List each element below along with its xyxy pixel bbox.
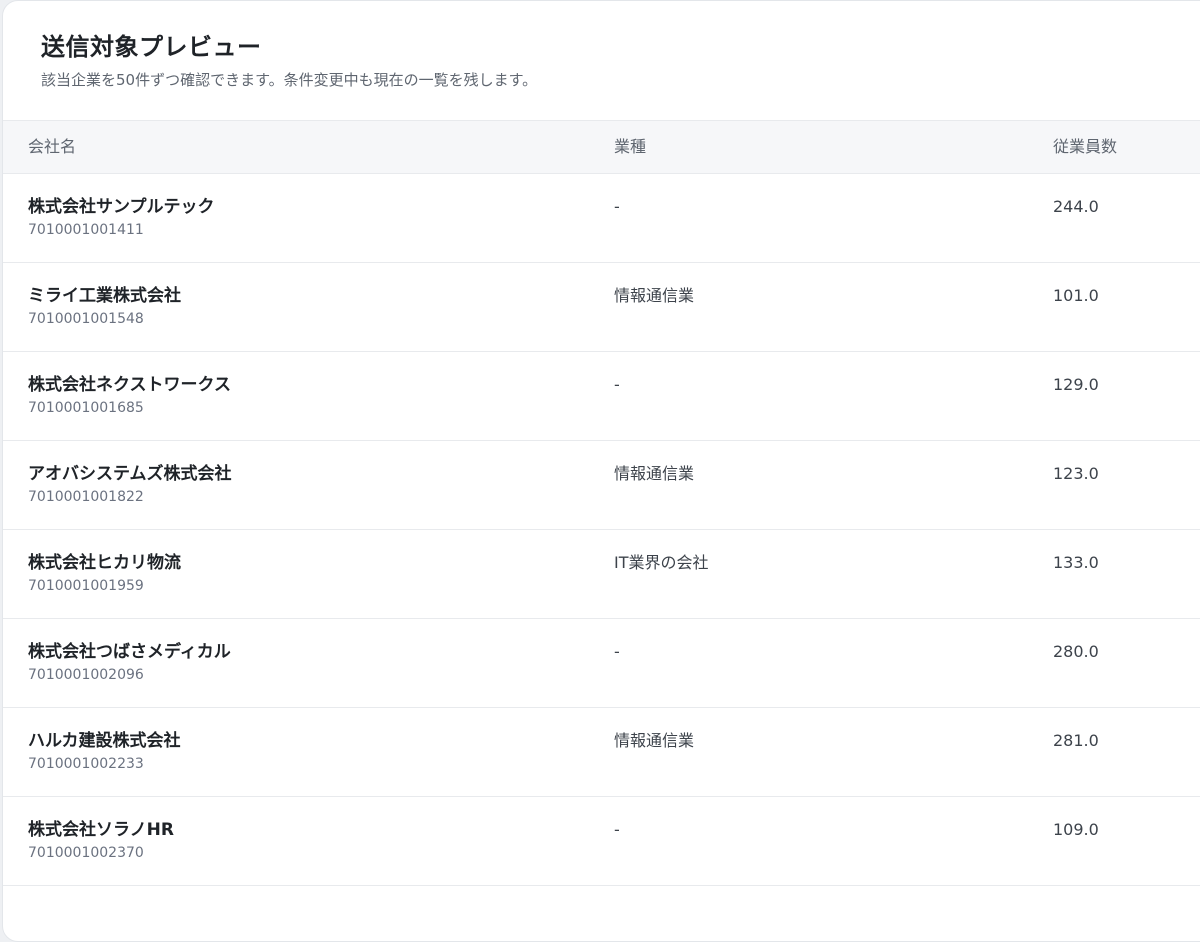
table-row[interactable]: 株式会社サンプルテック 7010001001411 - 244.0 [3,174,1200,263]
corporate-number: 7010001001411 [28,222,144,238]
table-row[interactable]: 株式会社ソラノHR 7010001002370 - 109.0 [3,797,1200,886]
employees-cell: 244.0 [1053,197,1099,216]
table-row[interactable]: ミライ工業株式会社 7010001001548 情報通信業 101.0 [3,263,1200,352]
preview-table: 会社名 業種 従業員数 株式会社サンプルテック 7010001001411 - … [3,121,1200,886]
company-cell: 株式会社ヒカリ物流 7010001001959 [28,552,181,595]
company-cell: アオバシステムズ株式会社 7010001001822 [28,463,232,506]
employees-cell: 129.0 [1053,375,1099,394]
industry-cell: - [614,820,620,839]
corporate-number: 7010001001685 [28,400,144,416]
corporate-number: 7010001001548 [28,311,144,327]
preview-card: 送信対象プレビュー 該当企業を50件ずつ確認できます。条件変更中も現在の一覧を残… [2,0,1200,942]
card-header: 送信対象プレビュー 該当企業を50件ずつ確認できます。条件変更中も現在の一覧を残… [3,1,1200,121]
column-header-industry: 業種 [614,137,647,156]
industry-cell: IT業界の会社 [614,553,709,572]
column-header-company: 会社名 [28,137,77,156]
company-name: ミライ工業株式会社 [28,286,181,306]
employees-cell: 281.0 [1053,731,1099,750]
company-name: アオバシステムズ株式会社 [28,464,232,484]
company-cell: ハルカ建設株式会社 7010001002233 [28,730,181,773]
company-cell: ミライ工業株式会社 7010001001548 [28,285,181,328]
table-row[interactable]: アオバシステムズ株式会社 7010001001822 情報通信業 123.0 [3,441,1200,530]
company-cell: 株式会社サンプルテック 7010001001411 [28,196,215,239]
table-header: 会社名 業種 従業員数 [3,121,1200,174]
company-name: 株式会社つばさメディカル [28,642,231,662]
company-name: 株式会社サンプルテック [28,197,215,217]
company-cell: 株式会社ソラノHR 7010001002370 [28,819,174,862]
employees-cell: 109.0 [1053,820,1099,839]
corporate-number: 7010001002233 [28,756,144,772]
employees-cell: 133.0 [1053,553,1099,572]
company-name: 株式会社ヒカリ物流 [28,553,181,573]
industry-cell: 情報通信業 [614,464,695,483]
company-name: 株式会社ネクストワークス [28,375,231,395]
company-cell: 株式会社つばさメディカル 7010001002096 [28,641,231,684]
employees-cell: 101.0 [1053,286,1099,305]
employees-cell: 280.0 [1053,642,1099,661]
table-row[interactable]: 株式会社つばさメディカル 7010001002096 - 280.0 [3,619,1200,708]
corporate-number: 7010001002370 [28,845,144,861]
company-cell: 株式会社ネクストワークス 7010001001685 [28,374,231,417]
corporate-number: 7010001001959 [28,578,144,594]
table-row[interactable]: 株式会社ネクストワークス 7010001001685 - 129.0 [3,352,1200,441]
corporate-number: 7010001001822 [28,489,144,505]
industry-cell: - [614,197,620,216]
company-name: ハルカ建設株式会社 [28,731,181,751]
table-row[interactable]: 株式会社ヒカリ物流 7010001001959 IT業界の会社 133.0 [3,530,1200,619]
industry-cell: - [614,375,620,394]
employees-cell: 123.0 [1053,464,1099,483]
company-name: 株式会社ソラノHR [28,820,174,840]
industry-cell: 情報通信業 [614,731,695,750]
page-title: 送信対象プレビュー [41,33,262,61]
corporate-number: 7010001002096 [28,667,144,683]
table-row[interactable]: ハルカ建設株式会社 7010001002233 情報通信業 281.0 [3,708,1200,797]
industry-cell: 情報通信業 [614,286,695,305]
page-subtitle: 該当企業を50件ずつ確認できます。条件変更中も現在の一覧を残します。 [41,71,538,89]
column-header-employees: 従業員数 [1053,137,1118,156]
industry-cell: - [614,642,620,661]
